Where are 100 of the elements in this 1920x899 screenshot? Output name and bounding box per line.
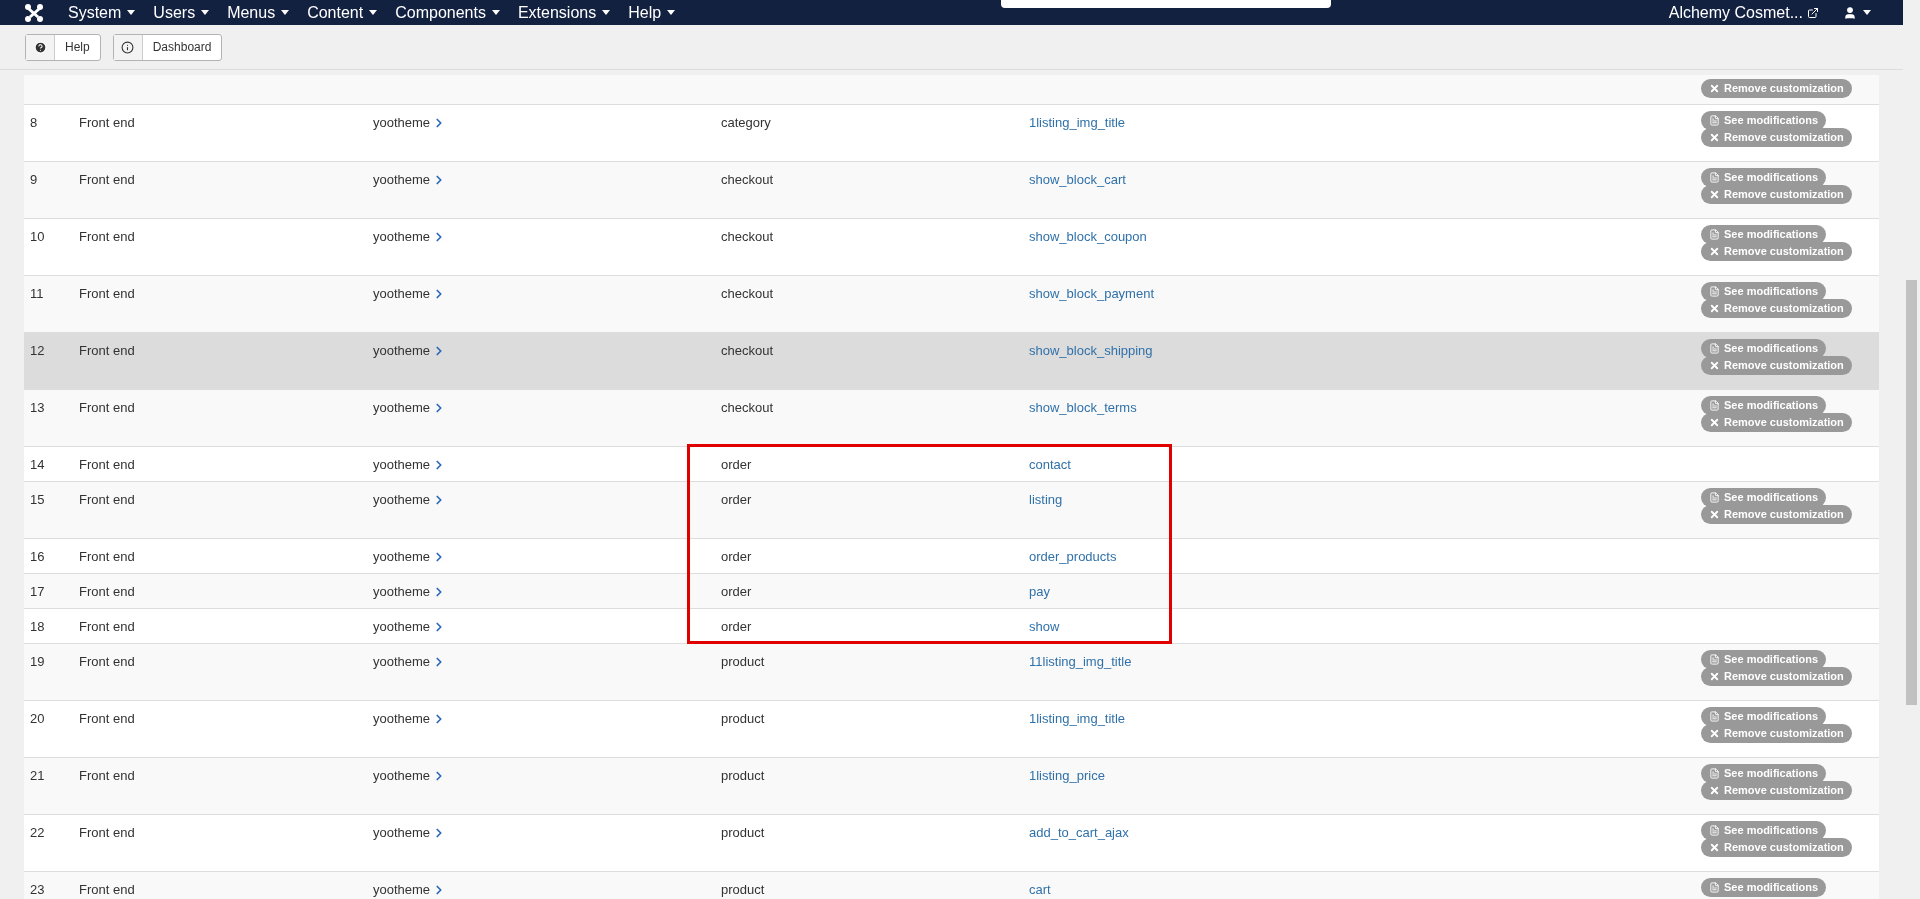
see-modifications-button[interactable]: See modifications (1701, 282, 1827, 301)
remove-customization-button[interactable]: Remove customization (1701, 724, 1852, 743)
document-icon (1709, 172, 1720, 183)
category-cell: order (721, 457, 752, 472)
see-modifications-button[interactable]: See modifications (1701, 111, 1827, 130)
see-modifications-button[interactable]: See modifications (1701, 488, 1827, 507)
see-modifications-button[interactable]: See modifications (1701, 650, 1827, 669)
category-cell: category (721, 115, 771, 130)
client-cell: Front end (79, 619, 135, 634)
file-link[interactable]: pay (1029, 584, 1050, 599)
file-link[interactable]: show_block_terms (1029, 400, 1137, 415)
remove-customization-button[interactable]: Remove customization (1701, 128, 1852, 147)
remove-customization-button[interactable]: Remove customization (1701, 838, 1852, 857)
menu-item[interactable]: System (68, 0, 136, 25)
file-link[interactable]: listing (1029, 492, 1063, 507)
template-link[interactable]: yootheme (373, 490, 447, 510)
category-cell: product (721, 654, 765, 669)
row-number: 9 (30, 172, 38, 187)
remove-customization-button[interactable]: Remove customization (1701, 781, 1852, 800)
menu-item[interactable]: Help (628, 0, 676, 25)
caret-icon (369, 10, 378, 15)
row-number: 23 (30, 882, 45, 897)
remove-customization-button[interactable]: Remove customization (1701, 356, 1852, 375)
template-link[interactable]: yootheme (373, 766, 447, 786)
close-icon (1709, 246, 1720, 257)
row-number: 12 (30, 343, 45, 358)
template-link[interactable]: yootheme (373, 113, 447, 133)
template-link[interactable]: yootheme (373, 880, 447, 899)
file-link[interactable]: add_to_cart_ajax (1029, 825, 1129, 840)
template-link[interactable]: yootheme (373, 284, 447, 304)
template-link[interactable]: yootheme (373, 652, 447, 672)
remove-customization-button[interactable]: Remove customization (1701, 667, 1852, 686)
file-link[interactable]: cart (1029, 882, 1051, 897)
dashboard-button[interactable]: Dashboard (112, 33, 223, 61)
client-cell: Front end (79, 492, 135, 507)
file-link[interactable]: 1listing_img_title (1029, 711, 1126, 726)
template-link[interactable]: yootheme (373, 170, 447, 190)
category-cell: product (721, 711, 765, 726)
file-link[interactable]: show_block_payment (1029, 286, 1155, 301)
template-link[interactable]: yootheme (373, 582, 447, 602)
menu-item[interactable]: Content (307, 0, 378, 25)
see-modifications-button[interactable]: See modifications (1701, 225, 1827, 244)
document-icon (1709, 400, 1720, 411)
see-modifications-button[interactable]: See modifications (1701, 339, 1827, 358)
client-cell: Front end (79, 343, 135, 358)
see-modifications-button[interactable]: See modifications (1701, 878, 1827, 897)
menu-item[interactable]: Users (153, 0, 210, 25)
menu-item[interactable]: Components (395, 0, 500, 25)
template-link[interactable]: yootheme (373, 341, 447, 361)
file-link[interactable]: 1listing_price (1029, 768, 1105, 783)
see-modifications-button[interactable]: See modifications (1701, 396, 1827, 415)
menu-item[interactable]: Menus (227, 0, 290, 25)
remove-customization-button[interactable]: Remove customization (1701, 185, 1852, 204)
see-modifications-button[interactable]: See modifications (1701, 764, 1827, 783)
search-field[interactable] (1001, 0, 1332, 8)
file-link[interactable]: 11listing_img_title (1029, 654, 1132, 669)
template-link[interactable]: yootheme (373, 547, 447, 567)
template-link[interactable]: yootheme (373, 823, 447, 843)
see-modifications-button[interactable]: See modifications (1701, 821, 1827, 840)
help-button[interactable]: Help (25, 33, 101, 61)
close-icon (1709, 132, 1720, 143)
row-number: 8 (30, 115, 38, 130)
remove-customization-button[interactable]: Remove customization (1701, 242, 1852, 261)
file-link[interactable]: contact (1029, 457, 1071, 472)
template-link[interactable]: yootheme (373, 617, 447, 637)
row-number: 15 (30, 492, 45, 507)
close-icon (1709, 785, 1720, 796)
template-link[interactable]: yootheme (373, 398, 447, 418)
category-cell: order (721, 619, 752, 634)
see-modifications-button[interactable]: See modifications (1701, 168, 1827, 187)
client-cell: Front end (79, 457, 135, 472)
remove-customization-button[interactable]: Remove customization (1701, 299, 1852, 318)
client-cell: Front end (79, 882, 135, 897)
caret-icon (491, 10, 500, 15)
file-link[interactable]: show_block_cart (1029, 172, 1126, 187)
row-number: 10 (30, 229, 45, 244)
file-link[interactable]: order_products (1029, 549, 1117, 564)
file-link[interactable]: show_block_shipping (1029, 343, 1153, 358)
template-link[interactable]: yootheme (373, 709, 447, 729)
remove-customization-button[interactable]: Remove customization (1701, 505, 1852, 524)
row-number: 13 (30, 400, 45, 415)
file-link[interactable]: show_block_coupon (1029, 229, 1147, 244)
client-cell: Front end (79, 825, 135, 840)
client-cell: Front end (79, 549, 135, 564)
site-link[interactable]: Alchemy Cosmet... (1668, 0, 1819, 25)
category-cell: product (721, 768, 765, 783)
document-icon (1709, 492, 1720, 503)
document-icon (1709, 229, 1720, 240)
menu-item[interactable]: Extensions (517, 0, 611, 25)
see-modifications-button[interactable]: See modifications (1701, 707, 1827, 726)
remove-customization-button[interactable]: Remove customization (1701, 79, 1852, 98)
template-link[interactable]: yootheme (373, 227, 447, 247)
template-link[interactable]: yootheme (373, 455, 447, 475)
user-menu-button[interactable] (1843, 5, 1871, 20)
remove-customization-button[interactable]: Remove customization (1701, 413, 1852, 432)
file-link[interactable]: 1listing_img_title (1029, 115, 1126, 130)
caret-icon (127, 10, 136, 15)
row-number: 18 (30, 619, 45, 634)
file-link[interactable]: show (1029, 619, 1060, 634)
info-icon (121, 40, 135, 54)
